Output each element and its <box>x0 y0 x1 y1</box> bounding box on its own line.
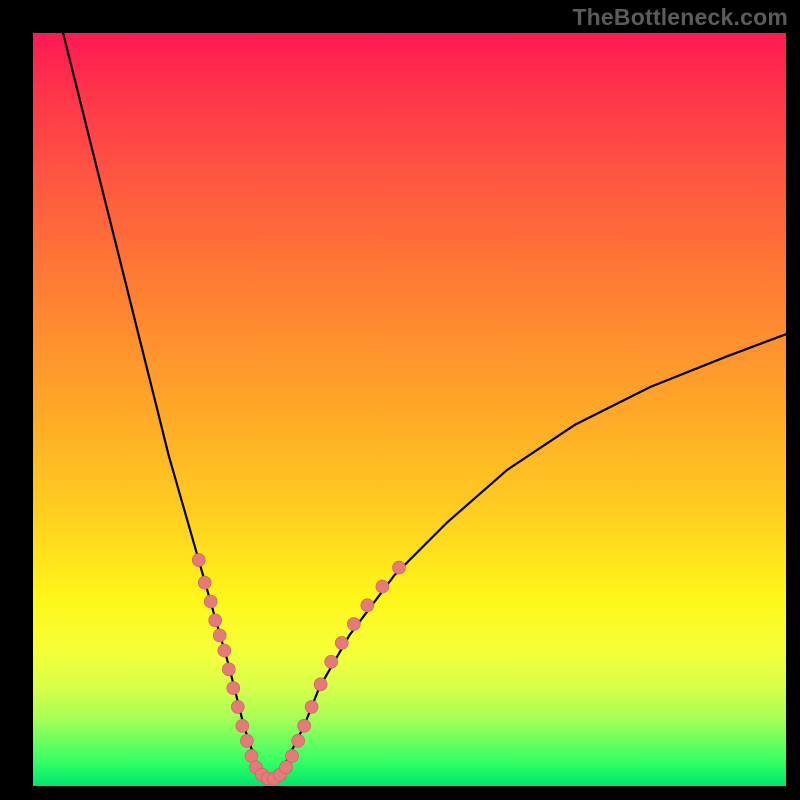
curve-marker <box>240 734 253 747</box>
curve-marker <box>192 554 205 567</box>
curve-marker <box>227 682 240 695</box>
curve-marker <box>198 576 211 589</box>
curve-marker <box>335 636 348 649</box>
curve-marker <box>213 629 226 642</box>
curve-marker <box>314 678 327 691</box>
curve-marker <box>218 644 231 657</box>
curve-marker <box>376 580 389 593</box>
curve-marker <box>204 595 217 608</box>
curve-marker <box>325 655 338 668</box>
curve-marker <box>347 618 360 631</box>
curve-marker <box>298 719 311 732</box>
curve-marker <box>286 749 299 762</box>
curve-marker <box>305 700 318 713</box>
watermark-text: TheBottleneck.com <box>572 4 788 31</box>
curve-marker <box>393 561 406 574</box>
curve-marker <box>236 719 249 732</box>
curve-markers <box>192 554 405 785</box>
curve-layer <box>33 33 786 786</box>
curve-marker <box>209 614 222 627</box>
curve-marker <box>361 599 374 612</box>
curve-marker <box>280 761 293 774</box>
curve-marker <box>292 734 305 747</box>
curve-marker <box>231 700 244 713</box>
bottleneck-curve <box>63 33 786 779</box>
plot-area <box>33 33 786 786</box>
chart-frame: TheBottleneck.com <box>0 0 800 800</box>
curve-marker <box>222 663 235 676</box>
